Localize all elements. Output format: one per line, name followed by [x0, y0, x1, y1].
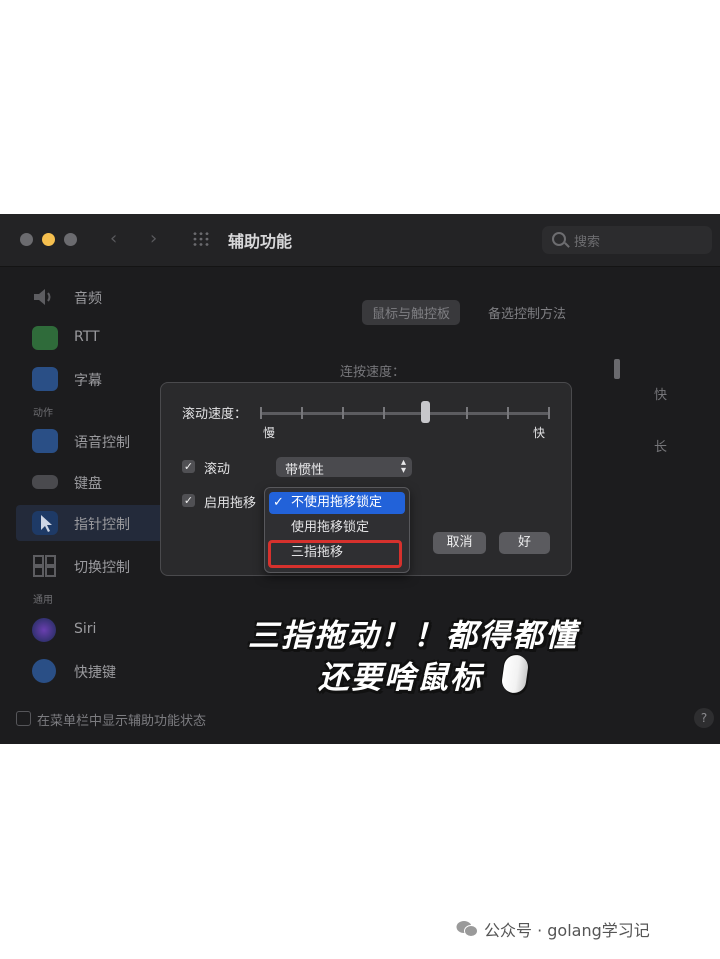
- sidebar-item-switch-control[interactable]: 切换控制: [16, 548, 166, 584]
- window-title: 辅助功能: [228, 232, 293, 251]
- double-click-speed-label: 连按速度：: [340, 365, 406, 380]
- sidebar-item-label: Siri: [74, 621, 97, 637]
- tab-alternate-control[interactable]: 备选控制方法: [488, 303, 566, 322]
- fast-label: 快: [533, 426, 546, 440]
- menu-item-drag-lock[interactable]: 使用拖移锁定: [269, 517, 405, 539]
- minimize-window-button[interactable]: [42, 233, 55, 246]
- show-status-checkbox[interactable]: [16, 711, 31, 726]
- search-icon: [552, 232, 566, 246]
- slider-tick: [506, 407, 509, 419]
- scroll-checkbox[interactable]: ✓: [182, 460, 195, 473]
- zoom-window-button[interactable]: [64, 233, 77, 246]
- title-bar: ‹ › 辅助功能 搜索: [0, 214, 720, 267]
- scroll-popup-value: 带惯性: [285, 463, 325, 478]
- menu-item-label: 不使用拖移锁定: [291, 495, 383, 510]
- wechat-icon: [456, 921, 478, 937]
- sidebar-item-label: 键盘: [74, 476, 102, 492]
- sidebar-item-keyboard[interactable]: 键盘: [16, 464, 166, 500]
- close-window-button[interactable]: [20, 233, 33, 246]
- watermark-text: 公众号 · golang学习记: [484, 921, 650, 940]
- sidebar-section-motion: 动作: [33, 408, 53, 419]
- scroll-inertia-popup[interactable]: 带惯性 ▴ ▾: [276, 457, 412, 478]
- sidebar-item-rtt[interactable]: RTT: [16, 320, 166, 356]
- sidebar-item-captions[interactable]: 字幕: [16, 361, 166, 397]
- bg-fast-label: 快: [654, 388, 668, 403]
- sidebar-item-label: 语音控制: [74, 435, 130, 451]
- scroll-speed-track[interactable]: [261, 412, 549, 415]
- keyboard-icon: [32, 475, 58, 489]
- switch-control-icon: [32, 554, 58, 578]
- show-status-label: 在菜单栏中显示辅助功能状态: [37, 714, 207, 729]
- search-field[interactable]: 搜索: [542, 226, 712, 254]
- help-button[interactable]: ?: [694, 708, 714, 728]
- cancel-button[interactable]: 取消: [433, 532, 486, 554]
- speaker-icon: [32, 285, 58, 309]
- sidebar-item-label: 指针控制: [74, 517, 130, 533]
- sidebar-item-shortcut[interactable]: 快捷键: [16, 653, 166, 689]
- forward-arrow-icon[interactable]: ›: [150, 228, 157, 249]
- sidebar-item-voice-control[interactable]: 语音控制: [16, 423, 166, 459]
- sidebar-item-label: 字幕: [74, 373, 102, 389]
- scroll-speed-thumb[interactable]: [421, 401, 431, 423]
- double-click-slider-thumb[interactable]: [614, 359, 620, 379]
- sidebar: 音频 RTT 字幕 动作 语音控制 键盘 指针控制 切换控制 通用 Siri 快…: [0, 267, 166, 744]
- slider-tick: [465, 407, 468, 419]
- siri-icon: [32, 618, 56, 642]
- scroll-speed-label: 滚动速度：: [182, 407, 248, 422]
- search-placeholder: 搜索: [574, 235, 601, 250]
- chevron-up-down-icon: ▴ ▾: [400, 457, 406, 476]
- menu-item-no-drag-lock[interactable]: ✓ 不使用拖移锁定: [269, 492, 405, 514]
- drag-label: 启用拖移: [204, 496, 257, 511]
- pointer-icon: [32, 511, 58, 535]
- checkmark-icon: ✓: [273, 495, 284, 510]
- caption-line-2: 还要啥鼠标: [318, 660, 483, 696]
- sidebar-item-label: RTT: [74, 329, 100, 345]
- slider-tick: [342, 407, 345, 419]
- slider-tick: [301, 407, 304, 419]
- slider-tick: [383, 407, 386, 419]
- drag-checkbox[interactable]: ✓: [182, 494, 195, 507]
- caption-line-1: 三指拖动！！都得都懂: [248, 618, 578, 654]
- voice-control-icon: [32, 429, 58, 453]
- rtt-icon: [32, 326, 58, 350]
- tab-mouse-trackpad[interactable]: 鼠标与触控板: [362, 300, 461, 325]
- slider-tick: [260, 407, 262, 419]
- shortcut-icon: [32, 659, 56, 683]
- sidebar-item-siri[interactable]: Siri: [16, 612, 166, 648]
- captions-icon: [32, 367, 58, 391]
- sidebar-item-label: 音频: [74, 291, 102, 307]
- sidebar-item-pointer-control[interactable]: 指针控制: [16, 505, 166, 541]
- show-all-grid-icon[interactable]: [192, 231, 210, 247]
- sidebar-item-label: 切换控制: [74, 560, 130, 576]
- scroll-label: 滚动: [204, 462, 231, 477]
- sidebar-section-general: 通用: [33, 595, 53, 606]
- slow-label: 慢: [263, 426, 276, 440]
- bg-long-label: 长: [654, 440, 668, 455]
- sidebar-item-audio[interactable]: 音频: [16, 279, 166, 315]
- highlight-box: [268, 540, 402, 568]
- menu-item-label: 使用拖移锁定: [291, 520, 370, 535]
- slider-tick: [548, 407, 550, 419]
- sidebar-item-label: 快捷键: [74, 665, 116, 681]
- back-arrow-icon[interactable]: ‹: [110, 228, 117, 249]
- ok-button[interactable]: 好: [499, 532, 550, 554]
